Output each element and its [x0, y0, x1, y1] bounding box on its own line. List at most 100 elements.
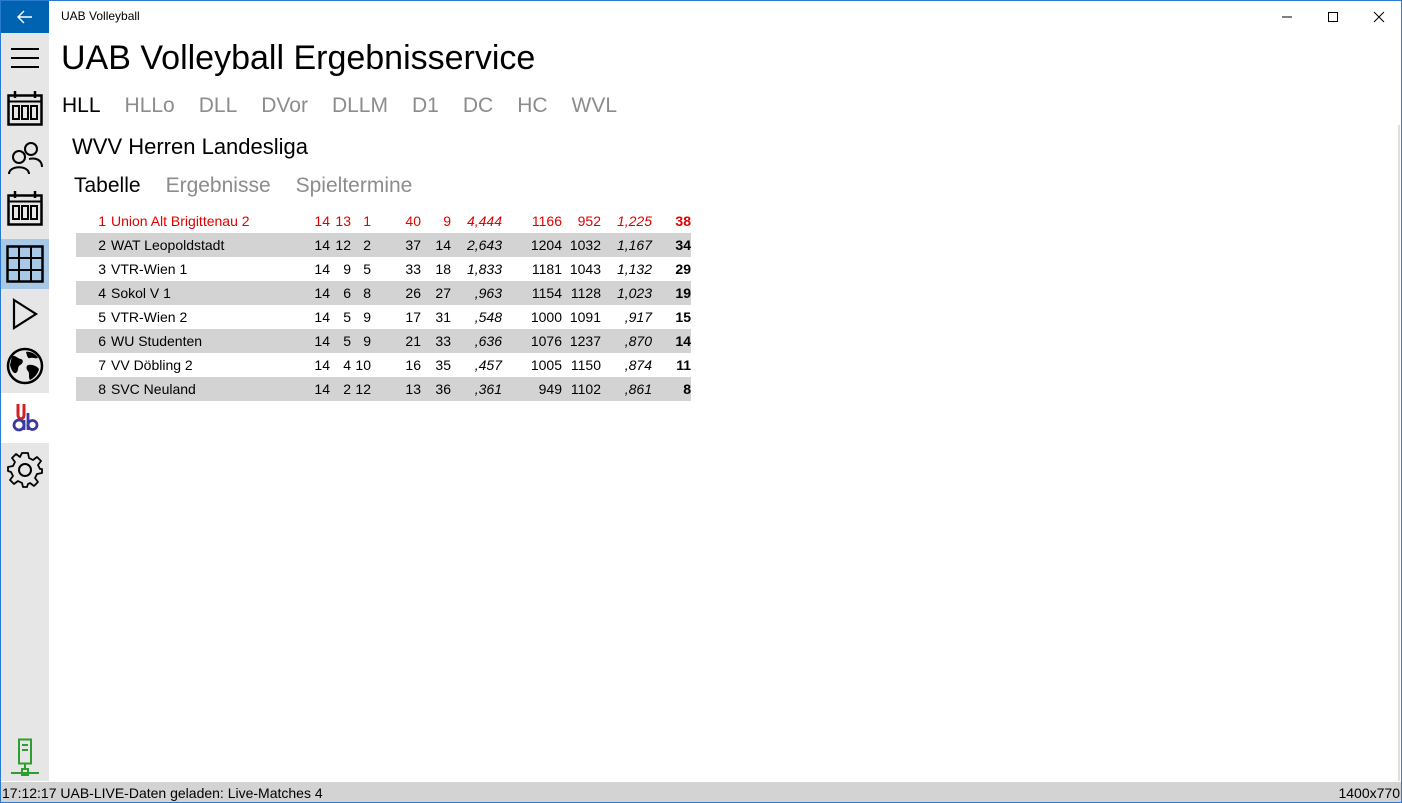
balls-won-cell: 949 — [538, 381, 562, 397]
sets-won-cell: 16 — [405, 357, 421, 373]
tab-hllo[interactable]: HLLo — [125, 94, 175, 118]
points-cell: 11 — [676, 357, 691, 373]
games-won-cell: 5 — [343, 309, 351, 325]
table-row[interactable]: 4 Sokol V 1 14 6 8 26 27 ,963 1154 1128 1,023 19 — [76, 281, 691, 305]
table-row[interactable]: 2 WAT Leopoldstadt 14 12 2 37 14 2,643 1204 1032 1… — [76, 233, 691, 257]
table-row[interactable]: 8 SVC Neuland 14 2 12 13 36 ,361 949 1102 ,861 8 — [76, 377, 691, 401]
balls-lost-cell: 952 — [577, 213, 601, 229]
table-row[interactable]: 7 VV Döbling 2 14 4 10 16 35 ,457 1005 1150 ,874 11 — [76, 353, 691, 377]
tab-ergebnisse[interactable]: Ergebnisse — [166, 174, 271, 198]
tab-tabelle[interactable]: Tabelle — [74, 174, 141, 198]
status-message: 17:12:17 UAB-LIVE-Daten geladen: Live-Ma… — [2, 785, 323, 801]
sidebar-item-teams[interactable] — [1, 133, 49, 183]
window-title: UAB Volleyball — [61, 9, 140, 23]
games-lost-cell: 12 — [355, 381, 371, 397]
table-row[interactable]: 1 Union Alt Brigittenau 2 14 13 1 40 9 4,444 116… — [76, 209, 691, 233]
calendar-icon — [7, 191, 43, 226]
sets-lost-cell: 14 — [435, 237, 451, 253]
sets-won-cell: 21 — [405, 333, 421, 349]
tab-d1[interactable]: D1 — [412, 94, 439, 118]
status-bar: 17:12:17 UAB-LIVE-Daten geladen: Live-Ma… — [1, 782, 1401, 802]
maximize-button[interactable] — [1310, 1, 1356, 33]
rank-cell: 5 — [98, 309, 106, 325]
sidebar-item-settings[interactable] — [1, 445, 49, 495]
games-lost-cell: 5 — [363, 261, 371, 277]
games-won-cell: 6 — [343, 285, 351, 301]
balls-won-cell: 1166 — [531, 213, 562, 229]
set-quotient-cell: ,963 — [474, 285, 502, 301]
sidebar-item-live[interactable] — [1, 289, 49, 339]
sidebar-item-table[interactable] — [1, 239, 49, 289]
connection-status[interactable] — [1, 735, 49, 779]
sidebar-item-web[interactable] — [1, 341, 49, 391]
window-size-readout: 1400x770 — [1338, 785, 1400, 801]
ball-quotient-cell: ,874 — [624, 357, 652, 373]
team-name-cell: VTR-Wien 1 — [111, 261, 188, 277]
games-won-cell: 12 — [335, 237, 351, 253]
gear-icon — [7, 452, 43, 488]
games-played-cell: 14 — [314, 357, 330, 373]
rank-cell: 8 — [98, 381, 106, 397]
tab-hll[interactable]: HLL — [62, 94, 101, 118]
tab-wvl[interactable]: WVL — [572, 94, 618, 118]
minimize-button[interactable] — [1264, 1, 1310, 33]
tab-dllm[interactable]: DLLM — [332, 94, 388, 118]
games-lost-cell: 8 — [363, 285, 371, 301]
balls-lost-cell: 1150 — [570, 357, 601, 373]
points-cell: 29 — [675, 261, 691, 277]
scrollbar[interactable] — [1398, 125, 1400, 781]
rank-cell: 1 — [98, 213, 106, 229]
games-won-cell: 13 — [335, 213, 351, 229]
sidebar-item-menu[interactable] — [1, 33, 49, 83]
table-row[interactable]: 6 WU Studenten 14 5 9 21 33 ,636 1076 1237 ,870 14 — [76, 329, 691, 353]
games-played-cell: 14 — [314, 213, 330, 229]
sets-won-cell: 17 — [405, 309, 421, 325]
maximize-icon — [1328, 12, 1338, 22]
sidebar-item-schedule[interactable] — [1, 83, 49, 133]
points-cell: 38 — [675, 213, 691, 229]
globe-icon — [6, 347, 44, 385]
sets-lost-cell: 9 — [443, 213, 451, 229]
games-played-cell: 14 — [314, 285, 330, 301]
sets-lost-cell: 27 — [435, 285, 451, 301]
sets-lost-cell: 31 — [435, 309, 451, 325]
tab-spieltermine[interactable]: Spieltermine — [296, 174, 413, 198]
page-title: UAB Volleyball Ergebnisservice — [61, 39, 536, 77]
games-lost-cell: 9 — [363, 309, 371, 325]
tab-hc[interactable]: HC — [517, 94, 547, 118]
points-cell: 14 — [675, 333, 691, 349]
sidebar — [1, 33, 49, 781]
games-won-cell: 4 — [343, 357, 351, 373]
games-played-cell: 14 — [314, 309, 330, 325]
set-quotient-cell: ,457 — [474, 357, 502, 373]
sidebar-item-uab[interactable] — [1, 393, 49, 443]
games-played-cell: 14 — [314, 333, 330, 349]
ball-quotient-cell: ,870 — [624, 333, 652, 349]
table-row[interactable]: 3 VTR-Wien 1 14 9 5 33 18 1,833 1181 1043 1,132 29 — [76, 257, 691, 281]
league-tabs: HLL HLLo DLL DVor DLLM D1 DC HC WVL — [62, 94, 641, 118]
grid-table-icon — [6, 245, 44, 283]
sets-won-cell: 37 — [405, 237, 421, 253]
balls-won-cell: 1000 — [530, 309, 562, 325]
rank-cell: 3 — [98, 261, 106, 277]
tab-dll[interactable]: DLL — [199, 94, 238, 118]
games-lost-cell: 2 — [363, 237, 371, 253]
team-name-cell: SVC Neuland — [111, 381, 196, 397]
ball-quotient-cell: ,917 — [624, 309, 652, 325]
set-quotient-cell: ,548 — [474, 309, 502, 325]
team-name-cell: VTR-Wien 2 — [111, 309, 188, 325]
rank-cell: 4 — [98, 285, 106, 301]
games-won-cell: 5 — [343, 333, 351, 349]
sidebar-item-calendar[interactable] — [1, 183, 49, 233]
tab-dc[interactable]: DC — [463, 94, 493, 118]
table-row[interactable]: 5 VTR-Wien 2 14 5 9 17 31,548 1000 1091,917 15 — [76, 305, 691, 329]
games-lost-cell: 9 — [363, 333, 371, 349]
tab-dvor[interactable]: DVor — [261, 94, 308, 118]
uab-logo — [12, 404, 39, 432]
set-quotient-cell: 4,444 — [466, 213, 502, 229]
close-button[interactable] — [1356, 1, 1401, 33]
sets-won-cell: 13 — [405, 381, 421, 397]
back-button[interactable] — [1, 1, 49, 33]
team-name-cell: Sokol V 1 — [111, 285, 171, 301]
rank-cell: 7 — [98, 357, 106, 373]
